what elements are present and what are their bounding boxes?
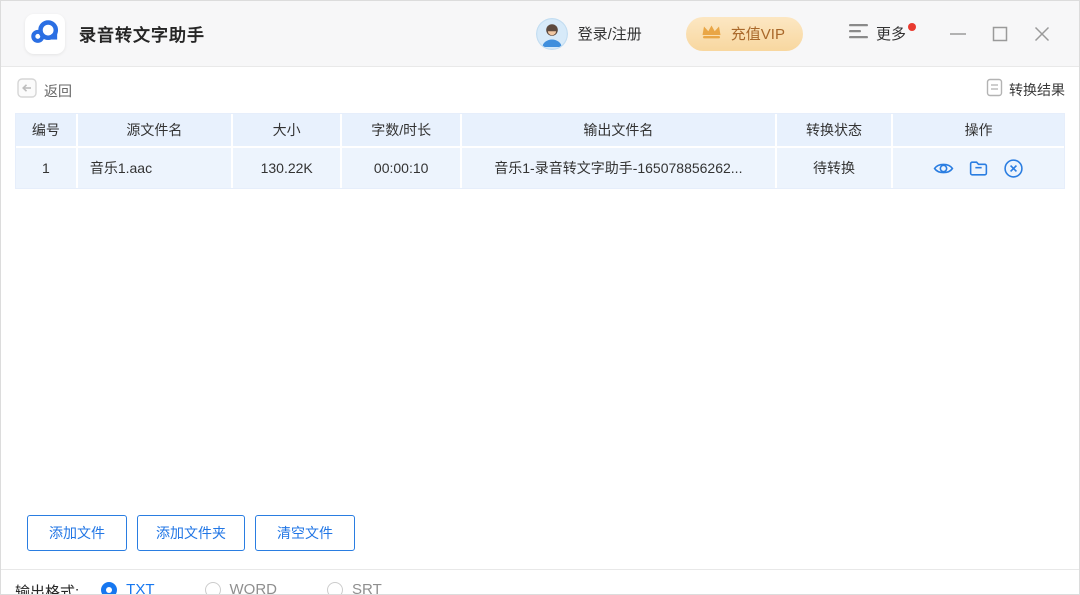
login-button[interactable]: 登录/注册 [536, 18, 642, 50]
format-option-word[interactable]: WORD [205, 581, 278, 595]
remove-circle-x-icon[interactable] [1003, 158, 1024, 179]
app-logo [25, 14, 65, 54]
open-folder-icon[interactable] [968, 158, 989, 179]
format-option-txt-label: TXT [126, 581, 154, 595]
arrow-left-icon [17, 78, 37, 103]
row-operations [893, 148, 1064, 188]
header-operations: 操作 [893, 114, 1064, 146]
minimize-button[interactable] [948, 24, 967, 43]
window-controls [948, 24, 1051, 43]
crown-icon [700, 22, 723, 45]
radio-icon[interactable] [205, 582, 221, 595]
format-option-srt[interactable]: SRT [327, 581, 382, 595]
row-duration: 00:00:10 [342, 148, 461, 188]
more-menu-button[interactable]: 更多 [849, 23, 914, 44]
close-button[interactable] [1032, 24, 1051, 43]
document-icon [986, 78, 1003, 102]
format-option-srt-label: SRT [352, 581, 382, 595]
vip-label: 充值VIP [731, 23, 785, 44]
app-title: 录音转文字助手 [79, 21, 205, 46]
sub-toolbar: 返回 转换结果 [1, 68, 1079, 112]
header-wordcount-duration: 字数/时长 [342, 114, 461, 146]
table-header-row: 编号 源文件名 大小 字数/时长 输出文件名 转换状态 操作 [16, 114, 1064, 146]
header-source-filename: 源文件名 [78, 114, 233, 146]
header-size: 大小 [233, 114, 343, 146]
preview-eye-icon[interactable] [933, 158, 954, 179]
add-file-button[interactable]: 添加文件 [27, 515, 127, 551]
cloud-logo-icon [27, 13, 63, 54]
login-label[interactable]: 登录/注册 [578, 23, 642, 44]
notification-dot [908, 23, 916, 31]
back-button[interactable]: 返回 [17, 78, 72, 103]
back-label: 返回 [44, 81, 72, 101]
header-index: 编号 [16, 114, 78, 146]
table-row[interactable]: 1 音乐1.aac 130.22K 00:00:10 音乐1-录音转文字助手-1… [16, 146, 1064, 188]
format-option-txt[interactable]: TXT [101, 581, 154, 595]
radio-icon[interactable] [101, 582, 117, 595]
row-status: 待转换 [777, 148, 893, 188]
row-index: 1 [16, 148, 78, 188]
output-format-label: 输出格式: [15, 581, 79, 595]
conversion-results-label: 转换结果 [1009, 80, 1065, 100]
menu-lines-icon [849, 23, 869, 44]
radio-icon[interactable] [327, 582, 343, 595]
file-action-buttons: 添加文件 添加文件夹 清空文件 [27, 515, 355, 551]
row-source-filename: 音乐1.aac [78, 148, 233, 188]
add-folder-button[interactable]: 添加文件夹 [137, 515, 245, 551]
more-label: 更多 [876, 23, 906, 44]
app-window: 录音转文字助手 登录/注册 [0, 0, 1080, 595]
row-size: 130.22K [233, 148, 343, 188]
output-format-bar: 输出格式: TXT WORD SRT [1, 569, 1079, 595]
clear-files-button[interactable]: 清空文件 [255, 515, 355, 551]
title-bar: 录音转文字助手 登录/注册 [1, 1, 1079, 67]
maximize-button[interactable] [990, 24, 1009, 43]
header-output-filename: 输出文件名 [462, 114, 777, 146]
conversion-results-button[interactable]: 转换结果 [986, 78, 1065, 102]
user-avatar-icon[interactable] [536, 18, 568, 50]
vip-recharge-button[interactable]: 充值VIP [686, 17, 803, 51]
row-output-filename: 音乐1-录音转文字助手-165078856262... [462, 148, 777, 188]
file-table: 编号 源文件名 大小 字数/时长 输出文件名 转换状态 操作 1 音乐1.aac… [15, 113, 1065, 189]
header-status: 转换状态 [777, 114, 893, 146]
format-option-word-label: WORD [230, 581, 278, 595]
titlebar-right: 登录/注册 充值VIP [536, 17, 1051, 51]
